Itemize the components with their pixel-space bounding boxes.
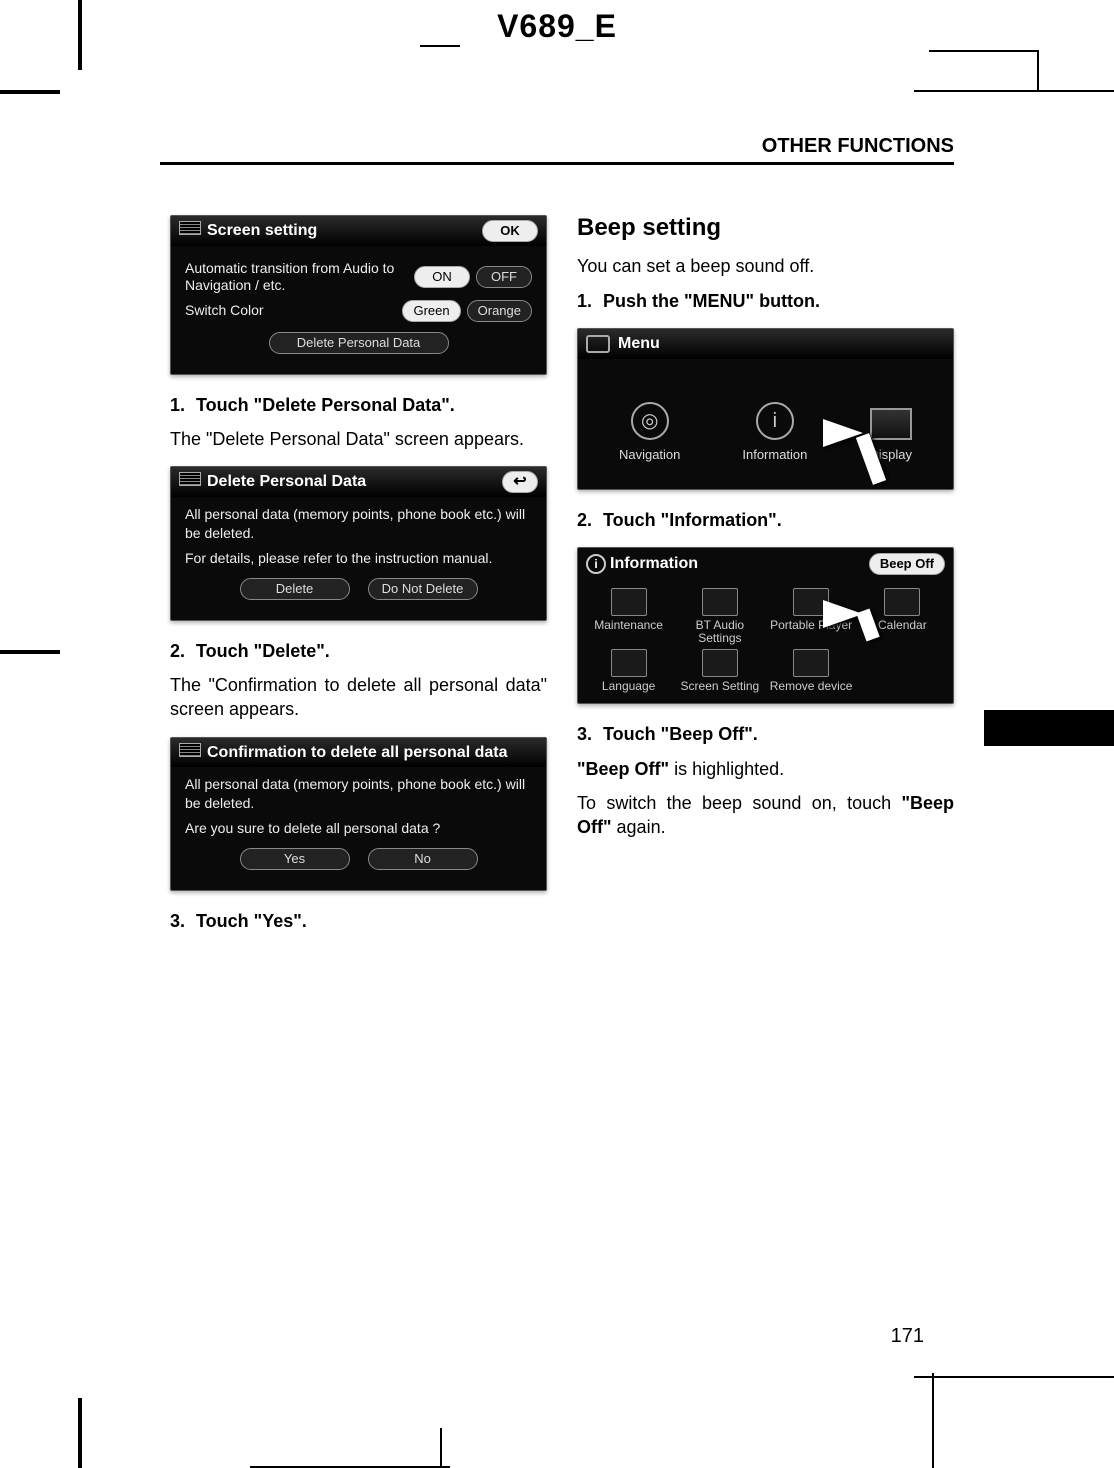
info-item-language[interactable]: Language [586,649,671,693]
green-button[interactable]: Green [402,300,460,322]
beep-setting-heading: Beep setting [577,212,954,244]
orange-button[interactable]: Orange [467,300,532,322]
language-icon [611,649,647,677]
info-item-bt-audio[interactable]: BT Audio Settings [677,588,762,645]
page-number: 171 [891,1325,924,1348]
left-column: Screen setting OK Automatic transition f… [170,210,547,933]
remove-device-icon [793,649,829,677]
menu-label-navigation: Navigation [619,446,680,464]
header-underline [420,45,460,47]
beep-off-highlighted: "Beep Off" is highlighted. [577,757,954,781]
menu-panel: Menu ◎ Navigation i Information Display [577,328,954,490]
delete-personal-data-button[interactable]: Delete Personal Data [269,332,449,354]
section-rule [160,162,954,165]
confirm-panel-title: Confirmation to delete all personal data [207,744,508,761]
left-step-1: 1.Touch "Delete Personal Data". [170,393,547,417]
delete-panel-title: Delete Personal Data [207,473,366,490]
section-header: OTHER FUNCTIONS [762,135,954,158]
confirm-panel-line2: Are you sure to delete all personal data… [185,819,532,838]
confirm-panel-line1: All personal data (memory points, phone … [185,775,532,813]
left-step-1-body: The "Delete Personal Data" screen appear… [170,427,547,451]
right-step-3: 3.Touch "Beep Off". [577,722,954,746]
do-not-delete-button[interactable]: Do Not Delete [368,578,478,600]
delete-panel-line1: All personal data (memory points, phone … [185,505,532,543]
left-step-3: 3.Touch "Yes". [170,909,547,933]
information-icon: i [756,402,794,440]
maintenance-icon [611,588,647,616]
right-step-2: 2.Touch "Information". [577,508,954,532]
beep-off-button[interactable]: Beep Off [869,553,945,575]
screen-setting-icon [702,649,738,677]
screen-setting-title: Screen setting [207,222,317,239]
delete-button[interactable]: Delete [240,578,350,600]
auto-transition-label: Automatic transition from Audio to Navig… [185,260,406,294]
info-i-icon: i [586,554,606,574]
display-icon [870,408,912,440]
beep-switch-on: To switch the beep sound on, touch "Beep… [577,791,954,840]
yes-button[interactable]: Yes [240,848,350,870]
off-button[interactable]: OFF [476,266,532,288]
menu-item-navigation[interactable]: ◎ Navigation [619,402,680,464]
ok-button[interactable]: OK [482,220,538,242]
list-icon [179,472,201,486]
list-icon [179,743,201,757]
calendar-icon [884,588,920,616]
beep-intro: You can set a beep sound off. [577,254,954,278]
left-step-2-body: The "Confirmation to delete all personal… [170,673,547,722]
screen-setting-panel: Screen setting OK Automatic transition f… [170,215,547,375]
list-icon [179,221,201,235]
info-item-maintenance[interactable]: Maintenance [586,588,671,645]
menu-item-information[interactable]: i Information [742,402,807,464]
window-icon [586,335,610,353]
info-item-screen-setting[interactable]: Screen Setting [677,649,762,693]
left-step-2: 2.Touch "Delete". [170,639,547,663]
info-item-remove-device[interactable]: Remove device [769,649,854,693]
no-button[interactable]: No [368,848,478,870]
navigation-icon: ◎ [631,402,669,440]
delete-panel-line2: For details, please refer to the instruc… [185,549,532,568]
right-column: Beep setting You can set a beep sound of… [577,210,954,933]
bt-audio-icon [702,588,738,616]
right-step-1: 1.Push the "MENU" button. [577,289,954,313]
back-button[interactable]: ↩ [502,471,538,493]
info-title: Information [610,555,698,572]
delete-personal-data-panel: Delete Personal Data ↩ All personal data… [170,466,547,621]
information-panel: iInformation Beep Off Maintenance BT Aud… [577,547,954,705]
doc-header: V689_E [0,8,1114,45]
confirmation-panel: Confirmation to delete all personal data… [170,737,547,891]
menu-title: Menu [618,333,660,355]
menu-label-information: Information [742,446,807,464]
switch-color-label: Switch Color [185,302,394,319]
on-button[interactable]: ON [414,266,470,288]
